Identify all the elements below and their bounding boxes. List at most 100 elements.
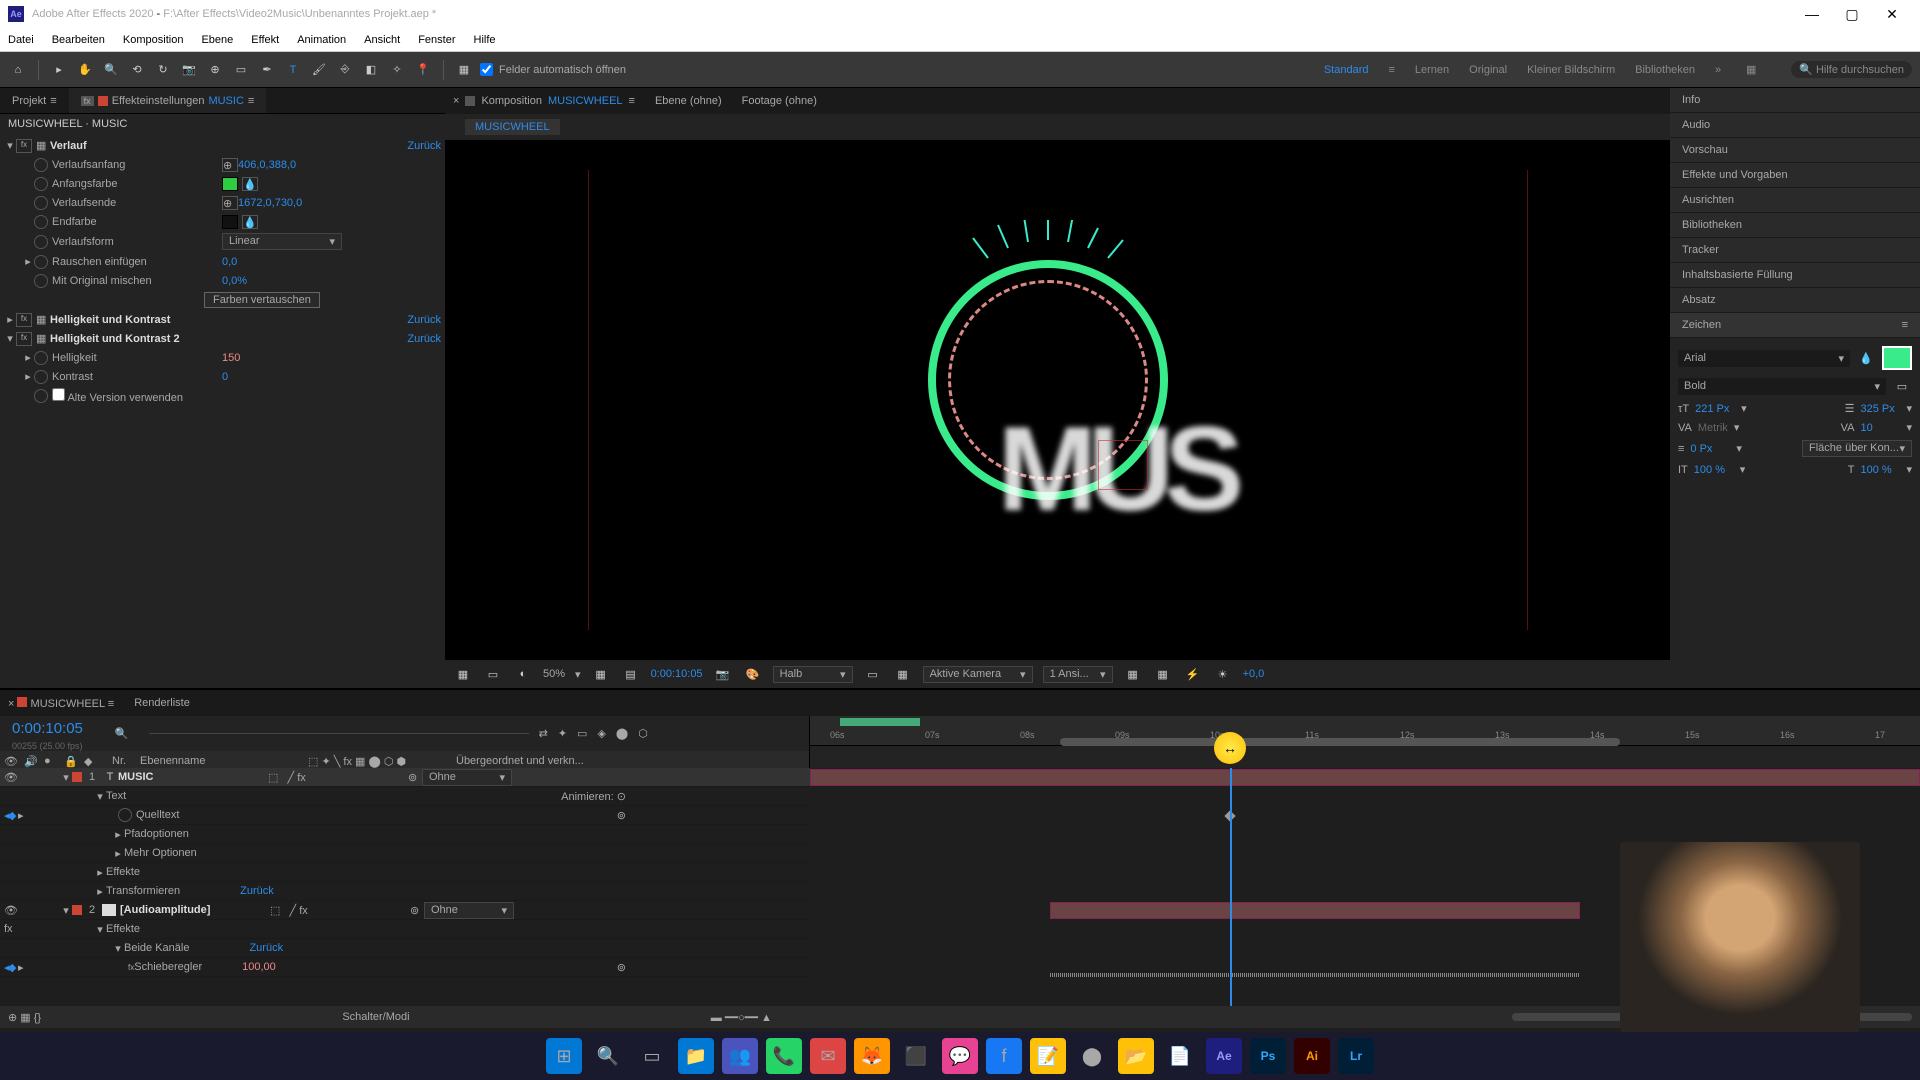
crosshair-icon[interactable]: ⊕ xyxy=(222,196,238,210)
switches-column[interactable]: ⬚ ✦ ╲ fx ▦ ⬤ ⬡ ⬢ xyxy=(308,755,448,768)
twirl-icon[interactable]: ▸ xyxy=(4,313,16,326)
crosshair-icon[interactable]: ⊕ xyxy=(222,158,238,172)
menu-datei[interactable]: Datei xyxy=(8,34,34,46)
workspace-bibliotheken[interactable]: Bibliotheken xyxy=(1635,64,1695,76)
stroke-icon[interactable]: ▭ xyxy=(1892,376,1912,396)
twirl-icon[interactable]: ▾ xyxy=(4,139,16,152)
work-area[interactable] xyxy=(840,718,920,726)
parent-dropdown[interactable]: Ohne▾ xyxy=(422,769,512,786)
close-button[interactable]: ✕ xyxy=(1872,6,1912,23)
name-column[interactable]: Ebenenname xyxy=(140,755,300,767)
number-column[interactable]: Nr. xyxy=(112,755,132,767)
expression-icon[interactable]: ⊚ xyxy=(617,809,626,822)
panel-effects-presets[interactable]: Effekte und Vorgaben xyxy=(1670,163,1920,188)
taskbar-whatsapp[interactable]: 📞 xyxy=(766,1038,802,1074)
eyedropper-icon[interactable]: 💧 xyxy=(242,215,258,229)
resolution-dropdown[interactable]: Halb▾ xyxy=(773,666,853,683)
zoom-tool[interactable]: 🔍 xyxy=(101,60,121,80)
stopwatch-icon[interactable] xyxy=(118,808,132,822)
timeline-search[interactable] xyxy=(149,733,529,734)
parent-column[interactable]: Übergeordnet und verkn... xyxy=(456,755,584,767)
reset-link[interactable]: Zurück xyxy=(240,885,274,897)
fx-toggle-icon[interactable]: fx xyxy=(16,139,32,153)
panel-align[interactable]: Ausrichten xyxy=(1670,188,1920,213)
draft-3d-icon[interactable]: ✦ xyxy=(558,727,567,740)
taskbar-teams[interactable]: 👥 xyxy=(722,1038,758,1074)
text-tool[interactable]: T xyxy=(283,60,303,80)
solo-column-icon[interactable]: ● xyxy=(44,755,56,767)
taskbar-explorer[interactable]: 📁 xyxy=(678,1038,714,1074)
draft-icon[interactable]: ▦ xyxy=(1123,664,1143,684)
stroke-mode-dropdown[interactable]: Fläche über Kon...▾ xyxy=(1802,440,1912,457)
workspace-lernen[interactable]: Lernen xyxy=(1415,64,1449,76)
taskbar-notes[interactable]: 📝 xyxy=(1030,1038,1066,1074)
taskbar-folder[interactable]: 📂 xyxy=(1118,1038,1154,1074)
twirl-icon[interactable]: ▾ xyxy=(94,790,106,803)
taskbar-mail[interactable]: ✉ xyxy=(810,1038,846,1074)
pen-tool[interactable]: ✒ xyxy=(257,60,277,80)
eyedropper-icon[interactable]: 💧 xyxy=(1856,348,1876,368)
zoom-level[interactable]: 50% xyxy=(543,668,565,680)
playhead[interactable] xyxy=(1230,768,1232,1006)
eye-column-icon[interactable]: 👁 xyxy=(4,755,16,768)
twirl-icon[interactable]: ▸ xyxy=(22,370,34,383)
prop-value[interactable]: 1672,0,730,0 xyxy=(238,197,302,209)
fill-color-swatch[interactable] xyxy=(1882,346,1912,370)
timeline-tab[interactable]: × MUSICWHEEL ≡ xyxy=(8,697,114,710)
layer-music[interactable]: 👁 ▾ 1 T MUSIC ⬚ ╱ fx ⊚ Ohne▾ xyxy=(0,768,810,787)
menu-effekt[interactable]: Effekt xyxy=(251,34,279,46)
menu-hilfe[interactable]: Hilfe xyxy=(474,34,496,46)
taskbar-ae[interactable]: Ae xyxy=(1206,1038,1242,1074)
channel-icon[interactable]: ▦ xyxy=(591,664,611,684)
shape-tool[interactable]: ▭ xyxy=(231,60,251,80)
prop-value[interactable]: 0,0 xyxy=(222,256,237,268)
menu-ansicht[interactable]: Ansicht xyxy=(364,34,400,46)
stopwatch-icon[interactable] xyxy=(34,351,48,365)
stopwatch-icon[interactable] xyxy=(34,255,48,269)
animate-menu-icon[interactable]: ⊙ xyxy=(617,791,626,803)
effect-brightness-contrast[interactable]: ▸fx▦ Helligkeit und Kontrast Zurück xyxy=(0,310,445,329)
views-dropdown[interactable]: 1 Ansi...▾ xyxy=(1043,666,1113,683)
stopwatch-icon[interactable] xyxy=(34,196,48,210)
shy-icon[interactable]: ▭ xyxy=(577,727,587,740)
twirl-icon[interactable]: ▾ xyxy=(4,332,16,345)
verlaufsform-dropdown[interactable]: Linear▾ xyxy=(222,233,342,250)
panel-tracker[interactable]: Tracker xyxy=(1670,238,1920,263)
tracking-value[interactable]: 10 xyxy=(1860,422,1900,434)
search-icon[interactable]: 🔍 xyxy=(115,727,129,740)
maximize-button[interactable]: ▢ xyxy=(1832,6,1872,23)
toggle-brackets-icon[interactable]: {} xyxy=(34,1012,41,1024)
zoom-out-icon[interactable]: ▬ xyxy=(711,1012,722,1024)
twirl-icon[interactable]: ▾ xyxy=(94,923,106,936)
twirl-icon[interactable]: ▾ xyxy=(60,771,72,784)
res-icon[interactable]: ▤ xyxy=(621,664,641,684)
stopwatch-icon[interactable] xyxy=(34,215,48,229)
layer-audioamplitude[interactable]: 👁 ▾ 2 [Audioamplitude] ⬚ ╱ fx ⊚ Ohne▾ xyxy=(0,901,810,920)
pickwhip-icon[interactable]: ⊚ xyxy=(408,771,422,784)
fx-toggle-icon[interactable]: fx xyxy=(16,332,32,346)
render-queue-tab[interactable]: Renderliste xyxy=(134,697,190,709)
layer-bar[interactable] xyxy=(810,769,1920,786)
grid-icon[interactable]: ▦ xyxy=(453,664,473,684)
layer-bar[interactable] xyxy=(1050,902,1580,919)
roto-tool[interactable]: ✧ xyxy=(387,60,407,80)
twirl-icon[interactable]: ▸ xyxy=(22,351,34,364)
workspace-original[interactable]: Original xyxy=(1469,64,1507,76)
puppet-tool[interactable]: 📍 xyxy=(413,60,433,80)
align-icon[interactable]: ▦ xyxy=(454,60,474,80)
stopwatch-icon[interactable] xyxy=(34,177,48,191)
panel-content-aware[interactable]: Inhaltsbasierte Füllung xyxy=(1670,263,1920,288)
stopwatch-icon[interactable] xyxy=(34,235,48,249)
color-mgmt-icon[interactable]: 🎨 xyxy=(743,664,763,684)
fx-toggle-icon[interactable]: fx xyxy=(16,313,32,327)
workspace-kleiner[interactable]: Kleiner Bildschirm xyxy=(1527,64,1615,76)
kerning-value[interactable]: Metrik xyxy=(1698,422,1728,434)
vscale-value[interactable]: 100 % xyxy=(1694,464,1734,476)
panel-paragraph[interactable]: Absatz xyxy=(1670,288,1920,313)
audio-column-icon[interactable]: 🔊 xyxy=(24,755,36,768)
render-icon[interactable]: ⚡ xyxy=(1183,664,1203,684)
auto-open-checkbox[interactable] xyxy=(480,63,493,76)
comp-flowchart-tab[interactable]: MUSICWHEEL xyxy=(465,119,560,135)
camera-tool[interactable]: 📷 xyxy=(179,60,199,80)
menu-fenster[interactable]: Fenster xyxy=(418,34,455,46)
